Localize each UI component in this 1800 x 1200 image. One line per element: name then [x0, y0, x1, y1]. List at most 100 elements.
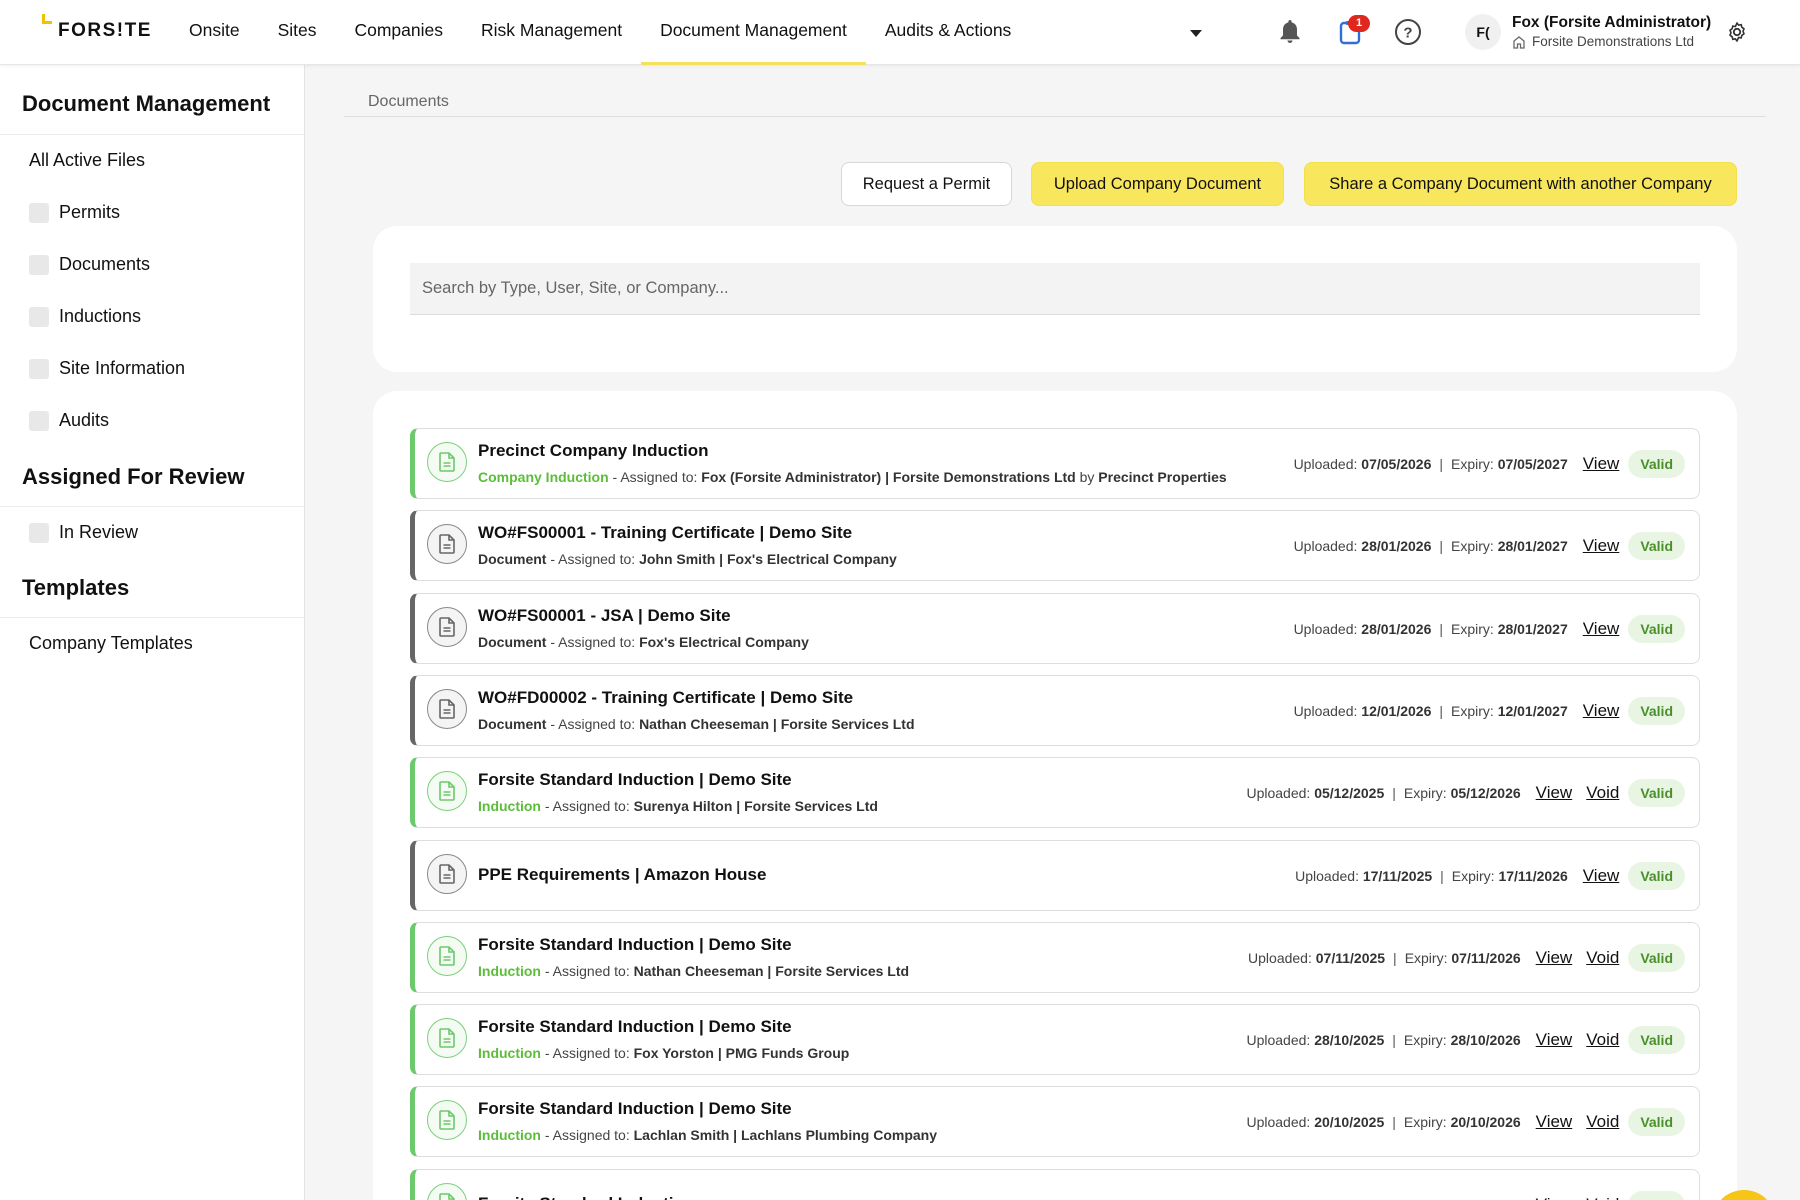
nav-risk-management[interactable]: Risk Management — [462, 0, 641, 65]
help-icon[interactable]: ? — [1392, 16, 1424, 48]
logo-corner-mark — [42, 14, 52, 24]
filter-label: Audits — [59, 410, 110, 430]
filter-in-review[interactable]: In Review — [29, 522, 138, 543]
expiry-label: Expiry: — [1451, 867, 1495, 884]
assigned-prefix: - Assigned to: — [541, 1045, 634, 1061]
filter-label: In Review — [59, 522, 139, 542]
document-row[interactable]: Forsite Standard Induction | Demo Site In… — [410, 757, 1700, 828]
sidebar: Document Management All Active Files Per… — [0, 65, 305, 1200]
checkbox[interactable] — [29, 202, 49, 223]
expiry-label: Expiry: — [1451, 620, 1494, 637]
document-row[interactable]: Forsite Standard Induction Uploaded: 09/1… — [410, 1169, 1700, 1200]
filter-audits[interactable]: Audits — [29, 410, 109, 431]
document-row[interactable]: WO#FD00002 - Training Certificate | Demo… — [410, 675, 1700, 746]
nav-audits-actions[interactable]: Audits & Actions — [866, 0, 1030, 65]
upload-company-document-button[interactable]: Upload Company Document — [1031, 162, 1284, 206]
document-row[interactable]: WO#FS00001 - Training Certificate | Demo… — [410, 510, 1700, 581]
document-icon — [427, 442, 467, 482]
user-name[interactable]: Fox (Forsite Administrator) — [1512, 14, 1711, 32]
view-link[interactable]: View — [1536, 948, 1573, 968]
sidebar-item-all-active-files[interactable]: All Active Files — [29, 150, 145, 171]
void-link[interactable]: Void — [1586, 1030, 1619, 1050]
nav-document-management[interactable]: Document Management — [641, 0, 866, 65]
void-link[interactable]: Void — [1586, 783, 1619, 803]
expiry-label: Expiry: — [1451, 702, 1494, 719]
view-link[interactable]: View — [1583, 536, 1620, 556]
expiry-date: 05/12/2026 — [1450, 784, 1521, 801]
uploaded-date: 07/11/2025 — [1315, 949, 1386, 966]
expiry-label: Expiry: — [1403, 1031, 1447, 1048]
expiry-date: 20/10/2026 — [1450, 1113, 1521, 1130]
bell-icon[interactable] — [1274, 16, 1306, 48]
breadcrumb[interactable]: Documents — [368, 93, 449, 111]
expiry-date: 12/01/2027 — [1497, 702, 1568, 719]
nav-companies[interactable]: Companies — [335, 0, 462, 65]
document-title: WO#FD00002 - Training Certificate | Demo… — [478, 688, 854, 707]
document-title: WO#FS00001 - JSA | Demo Site — [478, 606, 731, 625]
uploaded-label: Uploaded: — [1293, 537, 1358, 554]
forsite-logo[interactable]: FORS!TE — [42, 14, 152, 48]
uploaded-label: Uploaded: — [1295, 867, 1359, 884]
checkbox[interactable] — [29, 358, 49, 379]
status-badge-valid: Valid — [1628, 861, 1685, 890]
request-permit-button[interactable]: Request a Permit — [841, 162, 1012, 206]
uploaded-label: Uploaded: — [1246, 1197, 1310, 1200]
assigned-prefix: - Assigned to: — [541, 798, 634, 814]
sidebar-heading-document-management: Document Management — [22, 91, 271, 116]
view-link[interactable]: View — [1583, 619, 1620, 639]
building-icon — [1513, 35, 1525, 49]
void-link[interactable]: Void — [1586, 948, 1619, 968]
checkbox[interactable] — [29, 522, 49, 543]
document-type: Induction — [478, 1127, 541, 1143]
document-row[interactable]: Forsite Standard Induction | Demo Site In… — [410, 1004, 1700, 1075]
assigned-to: Nathan Cheeseman | Forsite Services Ltd — [639, 716, 915, 732]
filter-site-information[interactable]: Site Information — [29, 358, 185, 379]
expiry-date: 09/10/2026 — [1451, 1197, 1521, 1200]
void-link[interactable]: Void — [1586, 1112, 1619, 1132]
filter-inductions[interactable]: Inductions — [29, 306, 141, 327]
sidebar-divider — [0, 617, 304, 618]
sidebar-item-company-templates[interactable]: Company Templates — [29, 633, 193, 654]
view-link[interactable]: View — [1536, 1195, 1573, 1200]
document-row[interactable]: Precinct Company Induction Company Induct… — [410, 428, 1700, 499]
document-type: Induction — [478, 798, 541, 814]
view-link[interactable]: View — [1583, 866, 1620, 886]
view-link[interactable]: View — [1583, 701, 1620, 721]
search-input[interactable] — [410, 263, 1700, 315]
checkbox[interactable] — [29, 306, 49, 327]
view-link[interactable]: View — [1536, 1112, 1573, 1132]
document-title: Precinct Company Induction — [478, 441, 709, 460]
document-icon — [427, 1018, 467, 1058]
void-link[interactable]: Void — [1586, 1195, 1619, 1200]
top-navigation-bar: FORS!TE Onsite Sites Companies Risk Mana… — [0, 0, 1800, 65]
filter-label: Site Information — [59, 358, 186, 378]
status-badge-valid: Valid — [1628, 1107, 1685, 1136]
document-subtitle: Document - Assigned to: Nathan Cheeseman… — [478, 716, 915, 732]
view-link[interactable]: View — [1583, 454, 1620, 474]
checkbox[interactable] — [29, 410, 49, 431]
document-row[interactable]: Forsite Standard Induction | Demo Site In… — [410, 922, 1700, 993]
view-link[interactable]: View — [1536, 1030, 1573, 1050]
document-meta: Uploaded: 05/12/2025 | Expiry: 05/12/2026 V… — [1246, 758, 1685, 827]
meta-separator: | — [1440, 867, 1444, 884]
filter-documents[interactable]: Documents — [29, 254, 150, 275]
document-title: Forsite Standard Induction | Demo Site — [478, 770, 792, 789]
document-row[interactable]: Forsite Standard Induction | Demo Site In… — [410, 1086, 1700, 1157]
expiry-date: 28/10/2026 — [1450, 1031, 1521, 1048]
meta-separator: | — [1393, 949, 1397, 966]
document-row[interactable]: WO#FS00001 - JSA | Demo Site Document - A… — [410, 593, 1700, 664]
document-row[interactable]: PPE Requirements | Amazon House Uploaded:… — [410, 840, 1700, 911]
user-avatar[interactable]: F( — [1465, 14, 1501, 50]
checkbox[interactable] — [29, 254, 49, 275]
nav-sites[interactable]: Sites — [259, 0, 336, 65]
document-title: PPE Requirements | Amazon House — [478, 865, 767, 884]
main-nav: Onsite Sites Companies Risk Management D… — [170, 0, 1030, 65]
view-link[interactable]: View — [1536, 783, 1573, 803]
assigned-prefix: - Assigned to: — [608, 469, 702, 485]
nav-more-dropdown-icon[interactable] — [1190, 30, 1202, 37]
settings-gear-icon[interactable] — [1721, 16, 1753, 48]
uploaded-date: 05/12/2025 — [1314, 784, 1385, 801]
nav-onsite[interactable]: Onsite — [170, 0, 259, 65]
filter-permits[interactable]: Permits — [29, 202, 120, 223]
share-company-document-button[interactable]: Share a Company Document with another Co… — [1304, 162, 1737, 206]
